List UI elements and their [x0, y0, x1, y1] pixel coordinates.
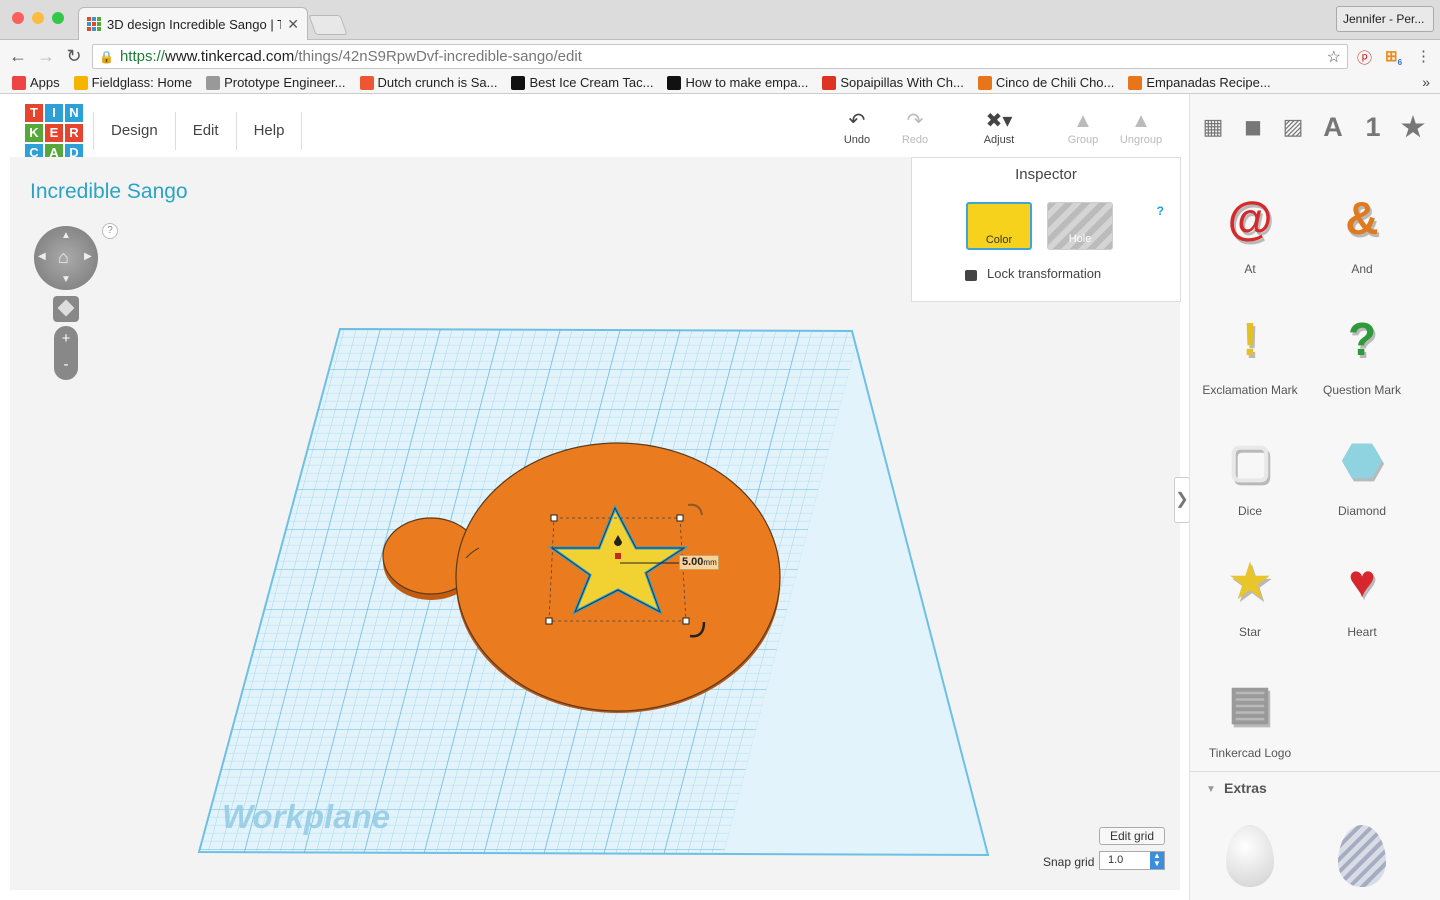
edit-grid-button[interactable]: Edit grid: [1099, 827, 1165, 845]
shape-preview-icon: &: [1345, 192, 1379, 244]
view-orbit-control[interactable]: ▲ ▼ ◀ ▶ ⌂: [34, 226, 98, 290]
snap-grid-select[interactable]: 1.0 ▲ ▼: [1099, 851, 1165, 870]
orbit-right-arrow-icon[interactable]: ▶: [84, 251, 92, 262]
shape-label: Star: [1238, 625, 1261, 639]
shape-preview-icon: ♥: [1348, 555, 1376, 607]
shape-label: Exclamation Mark: [1202, 383, 1298, 397]
shape-label: Question Mark: [1322, 383, 1402, 397]
shape-diamond[interactable]: ⬣ Diamond: [1306, 428, 1418, 518]
grid-icon[interactable]: ▦: [1200, 112, 1226, 142]
snap-grid-label: Snap grid: [1043, 855, 1095, 869]
height-handle[interactable]: [615, 553, 621, 559]
view-help-icon[interactable]: ?: [102, 223, 118, 239]
shape-preview-icon: ★: [1229, 555, 1271, 607]
zoom-out-icon[interactable]: -: [54, 352, 78, 378]
shape-preview-icon: @: [1227, 192, 1273, 244]
orbit-left-arrow-icon[interactable]: ◀: [38, 251, 46, 262]
padlock-icon: [965, 270, 977, 281]
shape-label: And: [1351, 262, 1373, 276]
design-title[interactable]: Incredible Sango: [30, 180, 188, 204]
inspector-help-icon[interactable]: ?: [1157, 204, 1164, 218]
shape-star[interactable]: ★ Star: [1194, 549, 1306, 639]
extras-label: Extras: [1224, 780, 1267, 796]
home-view-icon[interactable]: ⌂: [58, 247, 69, 268]
workplane-label: Workplane: [222, 798, 391, 835]
cube-icon[interactable]: ◼: [1240, 112, 1266, 142]
color-swatch[interactable]: Color: [966, 202, 1032, 250]
collapse-triangle-icon: ▼: [1206, 784, 1216, 795]
numbers-icon[interactable]: 1: [1360, 112, 1386, 142]
shape-preview-icon: ?: [1347, 313, 1377, 365]
shape-tinkercad-logo[interactable]: ▤ Tinkercad Logo: [1194, 670, 1306, 760]
shape-dice[interactable]: ▢ Dice: [1194, 428, 1306, 518]
shape-exclamation-mark[interactable]: ! Exclamation Mark: [1194, 307, 1306, 397]
dimension-readout[interactable]: 5.00mm: [679, 555, 719, 570]
striped-cube-icon[interactable]: ▨: [1280, 112, 1306, 142]
orbit-up-arrow-icon[interactable]: ▲: [61, 230, 71, 241]
favorites-star-icon[interactable]: ★: [1400, 112, 1426, 142]
inspector-panel: Inspector Color Hole ? Lock transformati…: [911, 157, 1181, 302]
extension-badge: 6: [1397, 58, 1403, 67]
zoom-in-icon[interactable]: +: [54, 326, 78, 352]
shape-at[interactable]: @ At: [1194, 186, 1306, 276]
profile-button[interactable]: Jennifer - Per...: [1336, 6, 1434, 32]
select-arrows-icon: ▲ ▼: [1150, 852, 1164, 869]
pinterest-extension-icon[interactable]: ⓟ: [1357, 47, 1372, 68]
shape-label: At: [1244, 262, 1256, 276]
orbit-down-arrow-icon[interactable]: ▼: [61, 274, 71, 285]
lock-transformation-label: Lock transformation: [987, 266, 1102, 281]
shape-category-tabs: ▦ ◼ ▨ A 1 ★: [1200, 112, 1426, 142]
collapse-panel-button[interactable]: ❯: [1174, 477, 1190, 523]
zoom-control: + -: [54, 326, 78, 380]
inspector-title: Inspector: [1015, 166, 1077, 183]
shape-preview-icon: !: [1242, 313, 1258, 365]
shape-heart[interactable]: ♥ Heart: [1306, 549, 1418, 639]
hole-swatch[interactable]: Hole: [1047, 202, 1113, 250]
extras-section-header[interactable]: ▼ Extras: [1190, 771, 1440, 803]
letters-icon[interactable]: A: [1320, 112, 1346, 142]
shape-label: Dice: [1237, 504, 1262, 518]
fit-view-cube-button[interactable]: [53, 296, 79, 322]
shape-preview-icon: ⬣: [1341, 434, 1383, 486]
lock-transformation-toggle[interactable]: Lock transformation: [965, 266, 1101, 281]
shape-question-mark[interactable]: ? Question Mark: [1306, 307, 1418, 397]
shape-preview-icon: ▢: [1228, 434, 1272, 486]
rss-extension-icon[interactable]: ⊞6: [1385, 47, 1402, 67]
bookmark-star-icon[interactable]: ☆: [1327, 47, 1341, 67]
cube-icon: [57, 299, 75, 317]
bookmarks-overflow-icon[interactable]: »: [1422, 74, 1430, 90]
shape-label: Heart: [1347, 625, 1377, 639]
shape-label: Diamond: [1337, 504, 1387, 518]
shape-preview-icon: ▤: [1228, 676, 1272, 728]
workplane-viewport[interactable]: [0, 0, 1180, 900]
browser-menu-icon[interactable]: ⋮: [1416, 47, 1431, 65]
shape-and[interactable]: & And: [1306, 186, 1418, 276]
shape-label: Tinkercad Logo: [1208, 746, 1292, 760]
